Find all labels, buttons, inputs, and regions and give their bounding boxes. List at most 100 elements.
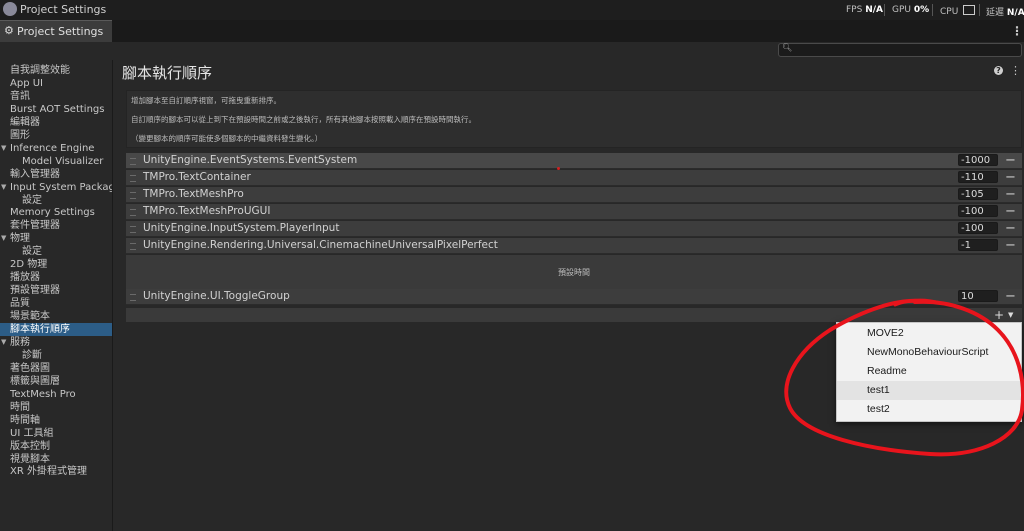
default-time-label: 預設時間 [558, 268, 590, 277]
order-value-field[interactable]: -100 [958, 222, 998, 234]
order-value-field[interactable]: -105 [958, 188, 998, 200]
drag-handle-icon[interactable] [130, 158, 136, 165]
order-value-field[interactable]: 10 [958, 290, 998, 302]
sidebar-item[interactable]: 播放器 [0, 271, 112, 284]
drag-handle-icon[interactable] [130, 192, 136, 199]
script-row[interactable]: UnityEngine.InputSystem.PlayerInput -100… [126, 221, 1022, 237]
sidebar-item[interactable]: 輸入管理器 [0, 168, 112, 181]
sidebar-item-label: 圖形 [10, 129, 30, 141]
remove-script-button[interactable]: − [1005, 153, 1016, 168]
sidebar-item[interactable]: XR 外掛程式管理 [0, 465, 112, 478]
sidebar-item[interactable]: 音訊 [0, 90, 112, 103]
order-value-field[interactable]: -110 [958, 171, 998, 183]
remove-script-button[interactable]: − [1005, 187, 1016, 202]
sidebar-item[interactable]: ▼ 物理 [0, 232, 112, 245]
dropdown-item[interactable]: NewMonoBehaviourScript [837, 343, 1021, 362]
drag-handle-icon[interactable] [130, 209, 136, 216]
script-row[interactable]: UnityEngine.Rendering.Universal.Cinemach… [126, 238, 1022, 254]
sidebar-item[interactable]: 版本控制 [0, 440, 112, 453]
add-script-button[interactable]: + [994, 308, 1004, 322]
order-value-field[interactable]: -100 [958, 205, 998, 217]
drag-handle-icon[interactable] [130, 175, 136, 182]
order-value-field[interactable]: -1000 [958, 154, 998, 166]
panel-menu-kebab-icon[interactable]: ⋮ [1010, 64, 1021, 77]
drag-handle-icon[interactable] [130, 226, 136, 233]
list-footer: + ▼ [126, 308, 1022, 322]
sidebar-item[interactable]: 設定 [0, 245, 112, 258]
script-row[interactable]: TMPro.TextMeshProUGUI -100 − [126, 204, 1022, 220]
stat-divider [979, 4, 980, 16]
sidebar-item[interactable]: Memory Settings [0, 206, 112, 219]
sidebar-item[interactable]: Burst AOT Settings [0, 103, 112, 116]
remove-script-button[interactable]: − [1005, 238, 1016, 253]
sidebar-item[interactable]: 診斷 [0, 349, 112, 362]
sidebar-item-label: 播放器 [10, 272, 40, 284]
sidebar-item[interactable]: 著色器圖 [0, 362, 112, 375]
drag-handle-icon[interactable] [130, 294, 136, 301]
sidebar-item[interactable]: 視覺腳本 [0, 453, 112, 466]
sidebar-item[interactable]: UI 工具組 [0, 427, 112, 440]
sidebar-item[interactable]: ▼ 服務 [0, 336, 112, 349]
sidebar-item[interactable]: 設定 [0, 194, 112, 207]
settings-sidebar: 自我調整效能 App UI 音訊 Burst AOT Settings 編輯器 圖形 ▼ In… [0, 60, 113, 531]
script-row[interactable]: TMPro.TextMeshPro -105 − [126, 187, 1022, 203]
order-value-field[interactable]: -1 [958, 239, 998, 251]
sidebar-item[interactable]: App UI [0, 77, 112, 90]
sidebar-item[interactable]: ▼ Input System Package [0, 181, 112, 194]
sidebar-item[interactable]: ▼ Inference Engine [0, 142, 112, 155]
sidebar-item[interactable]: 時間軸 [0, 414, 112, 427]
sidebar-item-label: 編輯器 [10, 116, 40, 128]
tab-menu-kebab-icon[interactable]: ⋮ [1011, 24, 1023, 38]
expand-arrow-icon[interactable]: ▼ [1, 142, 6, 155]
sidebar-item[interactable]: 圖形 [0, 129, 112, 142]
sidebar-item[interactable]: 預設管理器 [0, 284, 112, 297]
sidebar-item-label: 視覺腳本 [10, 453, 50, 465]
dropdown-item[interactable]: MOVE2 [837, 324, 1021, 343]
sidebar-item[interactable]: 腳本執行順序 [0, 323, 112, 336]
remove-script-button[interactable]: − [1005, 289, 1016, 304]
remove-script-button[interactable]: − [1005, 204, 1016, 219]
sidebar-item[interactable]: 場景範本 [0, 310, 112, 323]
dropdown-item[interactable]: test2 [837, 400, 1021, 419]
expand-arrow-icon[interactable]: ▼ [1, 232, 6, 245]
sidebar-item[interactable]: Model Visualizer [0, 155, 112, 168]
latency-stat: 延遲 N/A [986, 5, 1024, 18]
remove-script-button[interactable]: − [1005, 221, 1016, 236]
gpu-label: GPU [892, 5, 911, 15]
script-row[interactable]: UnityEngine.UI.ToggleGroup 10 − [126, 289, 1022, 305]
help-line: （變更腳本的順序可能使多個腳本的中繼資料發生變化。） [131, 134, 323, 143]
window-title: Project Settings [20, 3, 107, 16]
dropdown-item[interactable]: test1 [837, 381, 1021, 400]
sidebar-item[interactable]: 自我調整效能 [0, 64, 112, 77]
sidebar-item-label: 品質 [10, 298, 30, 310]
sidebar-item[interactable]: TextMesh Pro [0, 388, 112, 401]
sidebar-item[interactable]: 編輯器 [0, 116, 112, 129]
sidebar-item[interactable]: 時間 [0, 401, 112, 414]
sidebar-item[interactable]: 品質 [0, 297, 112, 310]
sidebar-item-label: UI 工具組 [10, 427, 54, 439]
sidebar-item-label: 自我調整效能 [10, 65, 70, 76]
window-titlebar: Project Settings FPS N/A GPU 0% CPU 延遲 N… [0, 0, 1024, 20]
script-row[interactable]: UnityEngine.EventSystems.EventSystem -10… [126, 153, 1022, 169]
expand-arrow-icon[interactable]: ▼ [1, 336, 6, 349]
default-time-divider: 預設時間 [126, 255, 1022, 289]
script-name: TMPro.TextContainer [143, 171, 251, 183]
sidebar-item-label: 輸入管理器 [10, 168, 60, 180]
sidebar-item-label: 預設管理器 [10, 285, 60, 297]
help-icon[interactable]: ? [994, 66, 1003, 75]
sidebar-item[interactable]: 套件管理器 [0, 219, 112, 232]
script-row[interactable]: TMPro.TextContainer -110 − [126, 170, 1022, 186]
script-name: UnityEngine.UI.ToggleGroup [143, 290, 290, 302]
sidebar-item[interactable]: 2D 物理 [0, 258, 112, 271]
cpu-stat: CPU [940, 5, 976, 17]
settings-search-input[interactable]: 🔍︎ [778, 43, 1022, 57]
tab-project-settings[interactable]: ⚙ Project Settings [0, 20, 112, 42]
sidebar-item[interactable]: 標籤與圖層 [0, 375, 112, 388]
drag-handle-icon[interactable] [130, 243, 136, 250]
remove-script-button[interactable]: − [1005, 170, 1016, 185]
chevron-down-icon[interactable]: ▼ [1008, 311, 1013, 319]
expand-arrow-icon[interactable]: ▼ [1, 181, 6, 194]
sidebar-item-label: 著色器圖 [10, 362, 50, 374]
dropdown-item[interactable]: Readme [837, 362, 1021, 381]
help-line: 增加腳本至自訂順序視窗，可拖曳重新排序。 [131, 96, 281, 105]
